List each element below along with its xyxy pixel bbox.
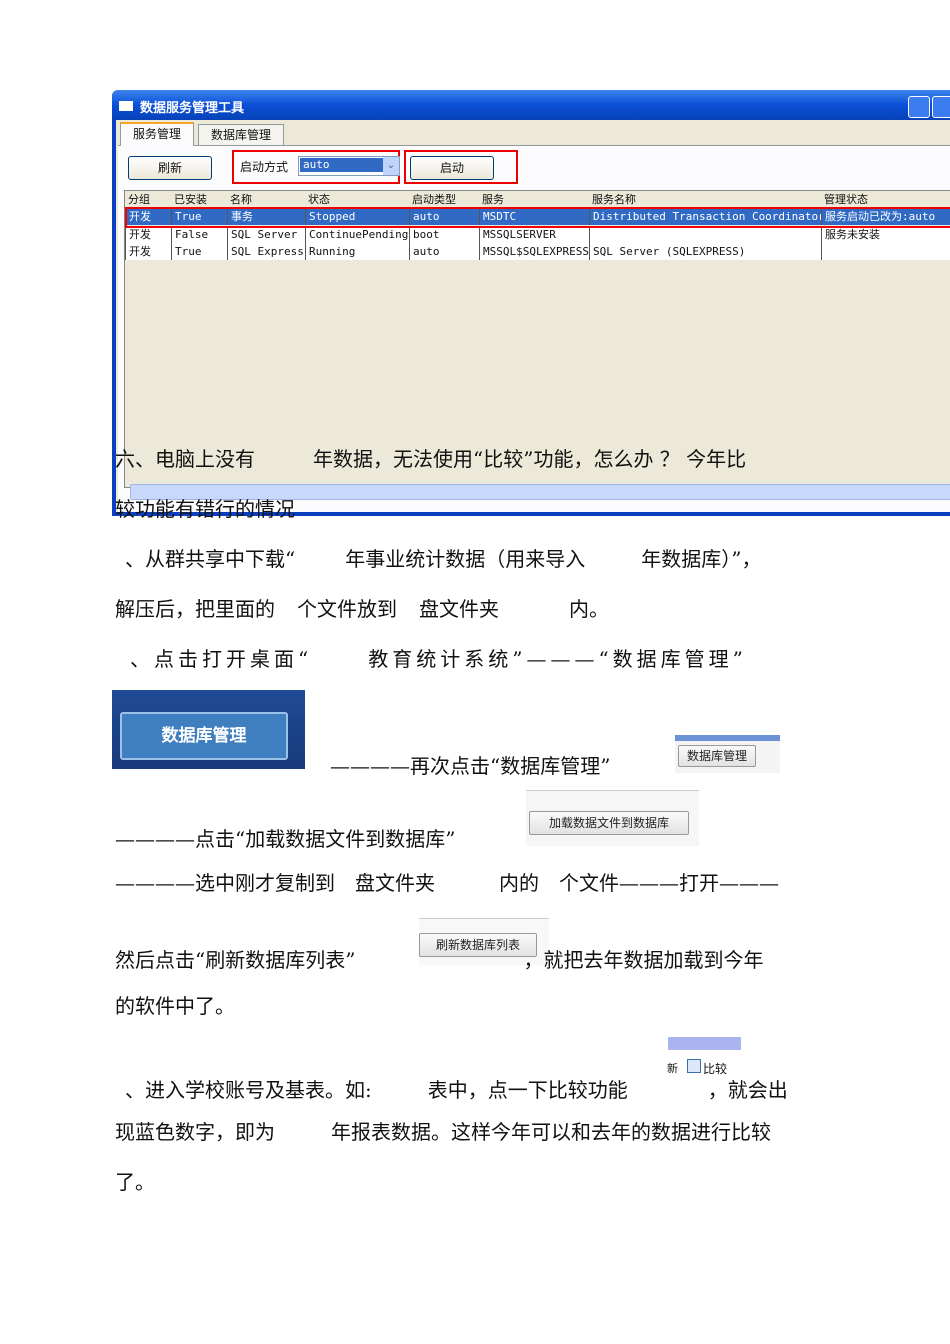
database-tab-image: 数据库管理 xyxy=(675,735,780,773)
text-line: 、从群共享中下载“ 年事业统计数据（用来导入 年数据库）”， xyxy=(125,547,761,571)
load-data-file-button[interactable]: 加载数据文件到数据库 xyxy=(529,811,689,835)
compare-icon xyxy=(687,1059,701,1073)
column-header[interactable]: 已安装 xyxy=(171,191,207,208)
column-header[interactable]: 启动类型 xyxy=(409,191,456,208)
text: ，就把去年数据加载到今年 xyxy=(523,948,764,972)
column-header[interactable]: 服务名称 xyxy=(589,191,636,208)
column-header[interactable]: 分组 xyxy=(125,191,150,208)
cell: auto xyxy=(409,243,479,260)
window-icon xyxy=(119,101,133,111)
chevron-down-icon[interactable]: ⌄ xyxy=(383,157,399,175)
cell: SQL Express xyxy=(227,243,305,260)
cell: 开发 xyxy=(125,243,171,260)
column-header[interactable]: 服务 xyxy=(479,191,504,208)
table-row[interactable]: 开发 True SQL Express Running auto MSSQL$SQLEXP… xyxy=(125,243,950,260)
compare-toolbar-image: 新 比较 xyxy=(667,1037,741,1077)
text: 盘文件夹 xyxy=(419,597,499,621)
text: 年数据，无法使用“比较”功能，怎么办 ？ 今年比 xyxy=(313,447,747,471)
text: 、进入学校账号及基表。如: xyxy=(125,1078,372,1102)
start-mode-value: auto xyxy=(300,158,383,172)
text: ————选中刚才复制到 xyxy=(115,871,335,895)
start-mode-select[interactable]: auto ⌄ xyxy=(298,156,400,176)
text: 盘文件夹 xyxy=(355,871,435,895)
text: 内的 xyxy=(499,871,539,895)
start-mode-label: 启动方式 xyxy=(240,160,289,174)
text: 教育统计系统”———“数据库管理” xyxy=(368,647,747,671)
cell: True xyxy=(171,243,227,260)
cell: SQL Server xyxy=(227,226,305,243)
text: 表中，点一下比较功能 xyxy=(427,1078,628,1102)
text: 、从群共享中下载“ xyxy=(125,547,296,571)
database-management-tab[interactable]: 数据库管理 xyxy=(678,745,756,767)
load-button-image: 加载数据文件到数据库 xyxy=(526,790,699,846)
text: 六、电脑上没有 xyxy=(115,447,255,471)
text-line: ————再次点击“数据库管理” xyxy=(330,754,611,778)
cell: Running xyxy=(305,243,409,260)
window-title: 数据服务管理工具 xyxy=(140,101,245,116)
text: 、点击打开桌面“ xyxy=(130,647,313,671)
text-line: 了。 xyxy=(115,1170,155,1194)
column-header[interactable]: 管理状态 xyxy=(821,191,868,208)
refresh-button[interactable]: 刷新 xyxy=(128,156,212,180)
text-line: ————选中刚才复制到 盘文件夹 内的 个文件———打开——— xyxy=(115,871,779,895)
cell: 开发 xyxy=(125,226,171,243)
cell: False xyxy=(171,226,227,243)
text-line: ————点击“加载数据文件到数据库” xyxy=(115,827,456,851)
text-line: 、进入学校账号及基表。如: 表中，点一下比较功能 ，就会出 xyxy=(125,1078,788,1102)
row-highlight-box xyxy=(125,207,950,228)
cell: MSSQL$SQLEXPRESS xyxy=(479,243,589,260)
cell: boot xyxy=(409,226,479,243)
text: 个文件———打开——— xyxy=(559,871,779,895)
database-management-desktop-icon[interactable]: 数据库管理 xyxy=(112,690,305,769)
maximize-button[interactable] xyxy=(932,96,950,118)
text-line: 然后点击“刷新数据库列表” ，就把去年数据加载到今年 xyxy=(115,948,763,972)
text: 年数据库）”， xyxy=(641,547,762,571)
text: 个文件放到 xyxy=(297,597,397,621)
text-line: 的软件中了。 xyxy=(115,994,235,1018)
text: 解压后，把里面的 xyxy=(115,597,275,621)
tab-service-management[interactable]: 服务管理 xyxy=(120,122,195,146)
tab-database-management[interactable]: 数据库管理 xyxy=(198,124,285,145)
column-header[interactable]: 名称 xyxy=(227,191,252,208)
database-management-button[interactable]: 数据库管理 xyxy=(120,712,288,760)
text: ，就会出 xyxy=(707,1078,788,1102)
column-header[interactable]: 状态 xyxy=(305,191,330,208)
start-button[interactable]: 启动 xyxy=(410,156,494,180)
text-line: 现蓝色数字，即为 年报表数据。这样今年可以和去年的数据进行比较 xyxy=(115,1120,771,1144)
cell: ContinuePending xyxy=(305,226,409,243)
table-row[interactable]: 开发 False SQL Server ContinuePending boot MSSQ… xyxy=(125,226,950,243)
text: 新 xyxy=(667,1062,678,1075)
text-line: 、点击打开桌面“ 教育统计系统”———“数据库管理” xyxy=(130,647,747,671)
text: 年报表数据。这样今年可以和去年的数据进行比较 xyxy=(331,1120,771,1144)
text: 内。 xyxy=(569,597,609,621)
text: 年事业统计数据（用来导入 xyxy=(345,547,586,571)
minimize-button[interactable] xyxy=(908,96,930,118)
title-bar: 数据服务管理工具 xyxy=(112,90,950,120)
text: 然后点击“刷新数据库列表” xyxy=(115,948,356,972)
text: 现蓝色数字，即为 xyxy=(115,1120,275,1144)
table-header: 分组 已安装 名称 状态 启动类型 服务 服务名称 管理状态 xyxy=(125,191,950,208)
cell: 服务未安装 xyxy=(821,226,950,243)
services-table: 分组 已安装 名称 状态 启动类型 服务 服务名称 管理状态 开发 True 事务 S… xyxy=(124,190,950,488)
cell xyxy=(821,243,950,260)
cell xyxy=(589,226,821,243)
compare-button[interactable]: 比较 xyxy=(703,1060,727,1077)
text-line: 较功能有错行的情况 xyxy=(115,497,295,521)
cell: SQL Server (SQLEXPRESS) xyxy=(589,243,821,260)
document-page: 数据服务管理工具 刷新 启动方式 auto ⌄ 启动 分组 已安装 名称 状态 启… xyxy=(0,0,950,1344)
text-line: 解压后，把里面的 个文件放到 盘文件夹 内。 xyxy=(115,597,609,621)
text-line: 六、电脑上没有 年数据，无法使用“比较”功能，怎么办 ？ 今年比 xyxy=(115,447,746,471)
cell: MSSQLSERVER xyxy=(479,226,589,243)
